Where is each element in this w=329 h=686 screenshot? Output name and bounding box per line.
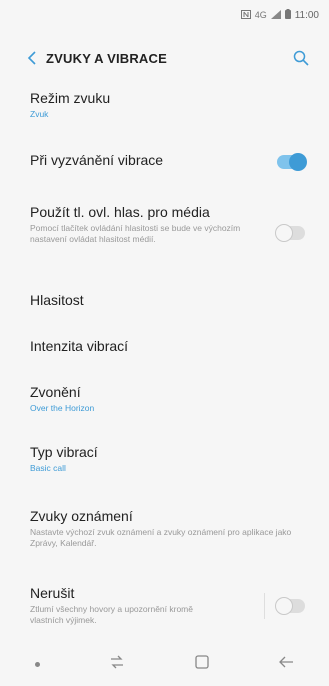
search-button[interactable] bbox=[281, 38, 321, 78]
vibrate-toggle[interactable] bbox=[277, 153, 307, 171]
recents-icon bbox=[111, 655, 124, 668]
list-item-media-volume-keys[interactable]: Použít tl. ovl. hlas. pro média Pomocí t… bbox=[0, 204, 329, 245]
list-item-volume[interactable]: Hlasitost bbox=[0, 292, 329, 308]
item-subtitle: Zvuk bbox=[30, 109, 49, 119]
item-label: Použít tl. ovl. hlas. pro média bbox=[30, 204, 210, 220]
item-label: Zvuky oznámení bbox=[30, 508, 133, 524]
toggle-knob bbox=[289, 153, 307, 171]
do-not-disturb-toggle[interactable] bbox=[275, 597, 305, 615]
home-icon bbox=[195, 654, 209, 669]
dot-icon bbox=[34, 661, 40, 667]
media-volume-toggle[interactable] bbox=[275, 224, 305, 242]
list-item-vibration-intensity[interactable]: Intenzita vibrací bbox=[0, 338, 329, 354]
list-item-vibration-pattern[interactable]: Typ vibrací Basic call bbox=[0, 444, 329, 474]
item-label: Zvonění bbox=[30, 384, 81, 400]
data-icon: 4G bbox=[254, 10, 267, 20]
list-item-vibrate-on-ring[interactable]: Při vyzvánění vibrace bbox=[0, 152, 329, 171]
item-description: Pomocí tlačítek ovládání hlasitosti se b… bbox=[30, 223, 241, 244]
item-label: Hlasitost bbox=[30, 292, 84, 308]
item-label: Při vyzvánění vibrace bbox=[30, 152, 164, 168]
item-label: Typ vibrací bbox=[30, 444, 98, 460]
item-description: Nastavte výchozí zvuk oznámení a zvuky o… bbox=[30, 527, 292, 548]
home-button[interactable] bbox=[195, 654, 209, 674]
toggle-knob bbox=[275, 224, 293, 242]
navigation-bar bbox=[0, 642, 329, 686]
divider bbox=[264, 593, 265, 619]
app-bar: ZVUKY A VIBRACE bbox=[0, 38, 329, 78]
item-subtitle: Basic call bbox=[30, 463, 66, 473]
search-icon bbox=[293, 50, 309, 66]
toggle-knob bbox=[275, 597, 293, 615]
status-time: 11:00 bbox=[294, 9, 319, 21]
battery-icon bbox=[284, 9, 291, 21]
nfc-icon bbox=[240, 9, 251, 21]
chevron-left-icon bbox=[27, 51, 36, 65]
signal-icon bbox=[270, 9, 281, 21]
page-title: ZVUKY A VIBRACE bbox=[46, 50, 167, 66]
recents-button[interactable] bbox=[109, 655, 125, 674]
list-item-do-not-disturb[interactable]: Nerušit Ztlumí všechny hovory a upozorně… bbox=[0, 585, 329, 626]
item-label: Intenzita vibrací bbox=[30, 338, 129, 354]
status-bar: 4G 11:00 bbox=[0, 0, 329, 30]
back-arrow-icon bbox=[279, 656, 294, 667]
item-label: Režim zvuku bbox=[30, 90, 111, 106]
list-item-ringtone[interactable]: Zvonění Over the Horizon bbox=[0, 384, 329, 414]
back-nav-button[interactable] bbox=[278, 655, 294, 674]
list-item-sound-mode[interactable]: Režim zvuku Zvuk bbox=[0, 90, 329, 120]
item-subtitle: Over the Horizon bbox=[30, 403, 95, 413]
list-item-notification-sounds[interactable]: Zvuky oznámení Nastavte výchozí zvuk ozn… bbox=[0, 508, 329, 549]
